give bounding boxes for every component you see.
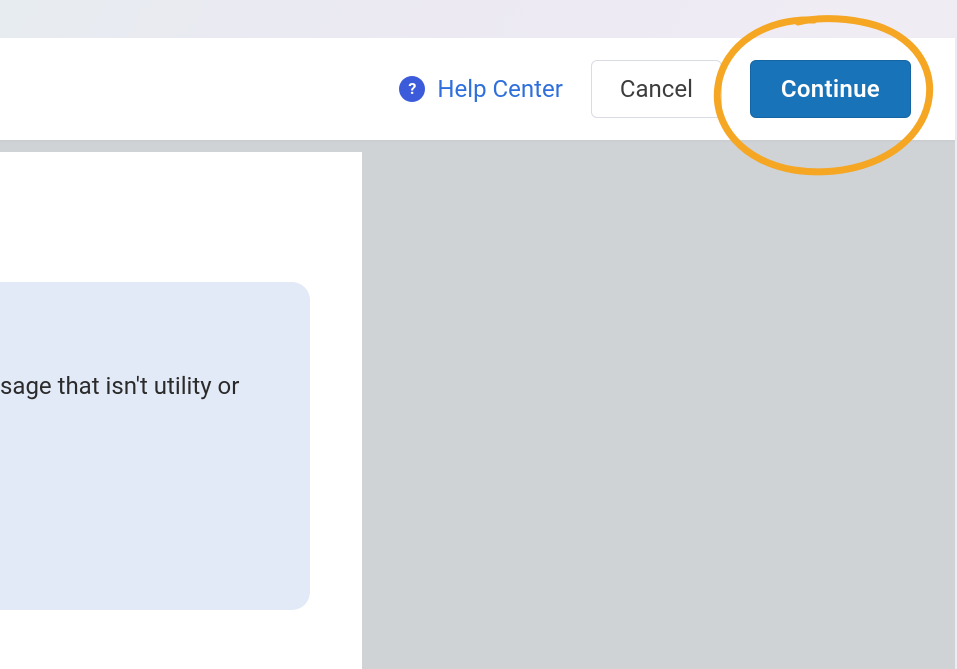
help-center-link[interactable]: ? Help Center — [399, 75, 562, 103]
continue-button-label: Continue — [781, 75, 880, 103]
question-mark-glyph: ? — [408, 81, 416, 97]
continue-button[interactable]: Continue — [750, 60, 911, 118]
info-card: sage that isn't utility or — [0, 282, 310, 610]
header-bar: ? Help Center Cancel Continue — [0, 38, 955, 140]
help-icon: ? — [399, 76, 425, 102]
info-card-text: sage that isn't utility or — [0, 370, 280, 402]
cancel-button[interactable]: Cancel — [591, 60, 722, 118]
help-center-label: Help Center — [437, 75, 562, 103]
cancel-button-label: Cancel — [620, 75, 693, 103]
